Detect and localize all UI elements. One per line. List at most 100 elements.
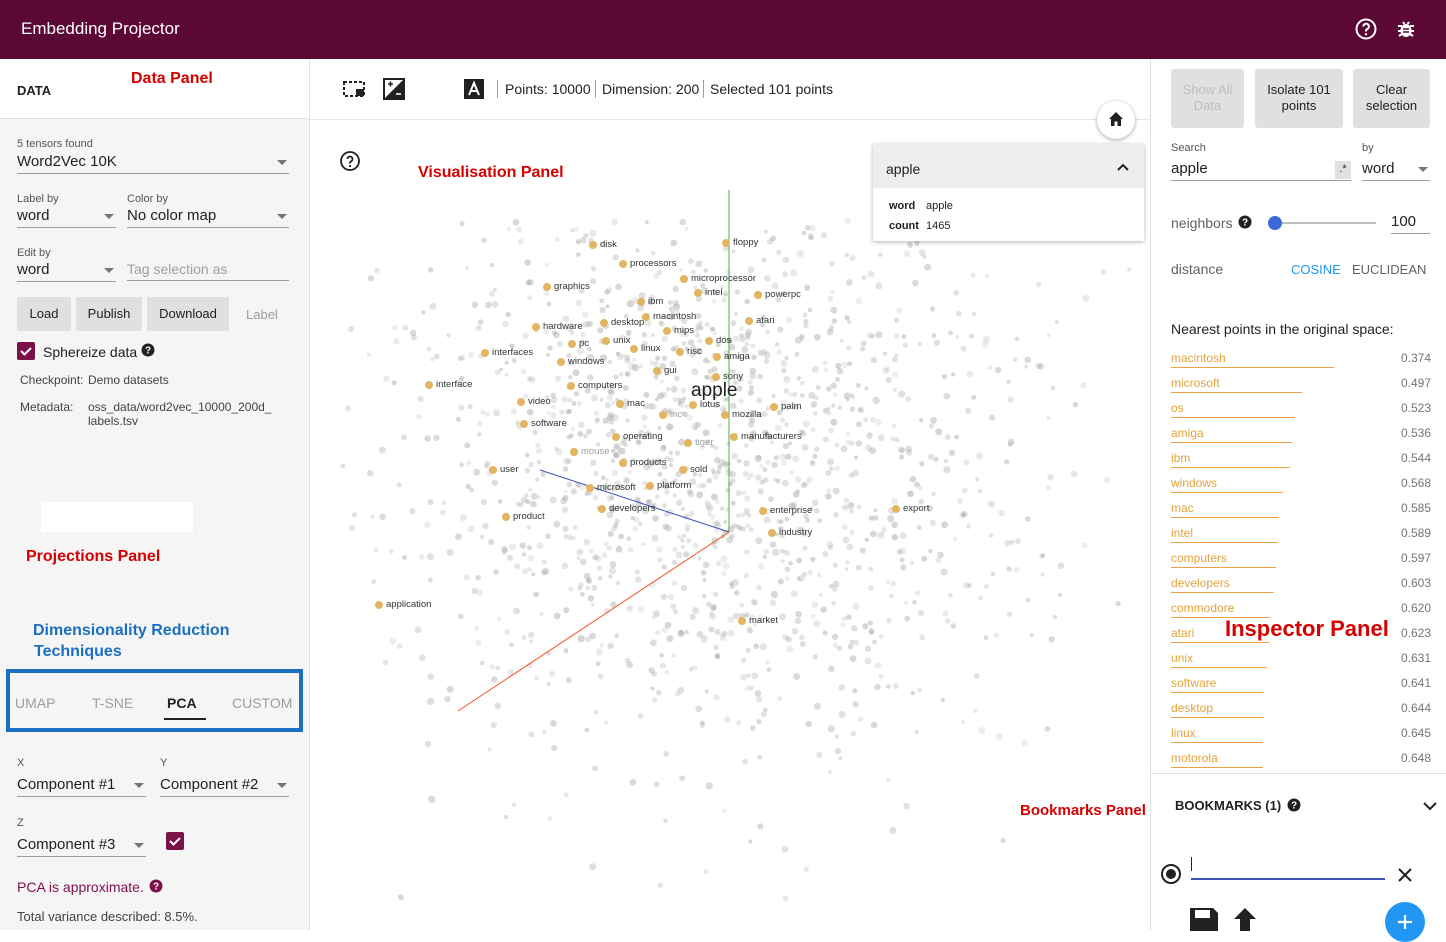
embedding-point[interactable] xyxy=(710,468,716,473)
embedding-point[interactable] xyxy=(652,697,658,703)
embedding-point[interactable] xyxy=(542,729,547,734)
embedding-point[interactable] xyxy=(587,353,595,361)
embedding-point[interactable] xyxy=(741,758,748,765)
embedding-point[interactable] xyxy=(675,499,683,507)
embedding-point[interactable] xyxy=(392,324,398,331)
embedding-point[interactable] xyxy=(710,605,717,612)
embedding-point[interactable] xyxy=(566,352,572,359)
embedding-point[interactable] xyxy=(605,432,612,438)
embedding-point[interactable] xyxy=(602,385,607,391)
embedding-point[interactable] xyxy=(595,648,603,656)
embedding-point[interactable] xyxy=(825,493,832,500)
embedding-point[interactable] xyxy=(764,275,771,282)
embedding-point[interactable] xyxy=(935,428,943,436)
embedding-point[interactable] xyxy=(504,372,509,377)
embedding-point[interactable] xyxy=(1050,385,1056,391)
embedding-point[interactable] xyxy=(834,465,840,472)
embedding-point[interactable] xyxy=(654,494,660,500)
embedding-point[interactable] xyxy=(857,407,863,413)
embedding-point[interactable] xyxy=(801,230,807,236)
embedding-point[interactable] xyxy=(795,610,802,618)
embedding-point[interactable] xyxy=(759,643,767,651)
embedding-point[interactable] xyxy=(661,564,667,570)
embedding-point[interactable] xyxy=(977,488,983,494)
chevron-down-icon[interactable] xyxy=(1423,802,1437,811)
embedding-point[interactable] xyxy=(547,816,553,822)
embedding-point[interactable] xyxy=(867,620,874,626)
embedding-point[interactable] xyxy=(890,497,898,505)
embedding-point[interactable] xyxy=(501,320,509,328)
embedding-point[interactable] xyxy=(844,567,849,572)
embedding-point[interactable] xyxy=(841,361,848,369)
embedding-point[interactable] xyxy=(530,493,538,500)
embedding-point[interactable] xyxy=(849,655,857,662)
embedding-point[interactable] xyxy=(527,279,534,286)
embedding-point[interactable] xyxy=(712,331,717,336)
embedding-point[interactable] xyxy=(583,538,590,546)
neighbor-row[interactable]: macintosh 0.374 xyxy=(1171,351,1431,376)
embedding-point[interactable] xyxy=(799,641,806,647)
embedding-point[interactable] xyxy=(611,525,617,532)
embedding-point[interactable] xyxy=(963,582,970,589)
embedding-point[interactable] xyxy=(400,434,407,441)
embedding-point[interactable] xyxy=(912,279,919,287)
embedding-point[interactable] xyxy=(567,397,573,403)
embedding-point[interactable] xyxy=(444,695,451,703)
embedding-point[interactable] xyxy=(762,707,768,713)
embedding-point[interactable] xyxy=(878,434,885,442)
embedding-point[interactable] xyxy=(567,360,574,366)
embedding-point[interactable] xyxy=(370,514,375,519)
embedding-point[interactable] xyxy=(634,569,640,575)
embedding-point[interactable] xyxy=(541,570,547,576)
embedding-point[interactable] xyxy=(575,238,581,245)
embedding-point[interactable] xyxy=(554,237,560,242)
embedding-point[interactable] xyxy=(761,257,767,263)
embedding-point[interactable] xyxy=(711,298,717,304)
embedding-point[interactable] xyxy=(890,435,896,442)
embedding-point[interactable] xyxy=(874,662,882,669)
embedding-point[interactable] xyxy=(872,639,878,645)
embedding-point[interactable] xyxy=(783,376,791,383)
embedding-point[interactable] xyxy=(668,450,673,456)
embedding-point[interactable] xyxy=(703,869,709,875)
embedding-point[interactable] xyxy=(623,313,629,319)
embedding-point[interactable] xyxy=(615,398,620,403)
embedding-point[interactable] xyxy=(774,532,779,537)
embedding-point[interactable] xyxy=(772,548,780,556)
embedding-point[interactable] xyxy=(641,414,648,421)
embedding-point[interactable] xyxy=(891,521,898,529)
embedding-point[interactable] xyxy=(1000,838,1006,844)
embedding-point[interactable] xyxy=(867,332,873,339)
embedding-point[interactable] xyxy=(545,395,550,400)
embedding-point[interactable] xyxy=(675,551,683,559)
embedding-point[interactable] xyxy=(713,474,719,480)
embedding-point[interactable] xyxy=(813,620,821,628)
embedding-point[interactable] xyxy=(509,543,517,551)
embedding-point[interactable] xyxy=(446,333,451,338)
embedding-point[interactable] xyxy=(606,511,614,519)
embedding-point[interactable] xyxy=(729,402,737,410)
embedding-point[interactable] xyxy=(683,442,689,447)
embedding-point[interactable] xyxy=(850,394,856,400)
embedding-point[interactable] xyxy=(546,682,551,687)
embedding-point[interactable] xyxy=(479,660,485,666)
embedding-point[interactable] xyxy=(580,331,586,338)
embedding-point[interactable] xyxy=(691,344,697,350)
embedding-point[interactable] xyxy=(790,590,798,598)
help-icon[interactable]: ? xyxy=(149,879,163,898)
embedding-point[interactable] xyxy=(446,685,454,693)
embedding-point[interactable] xyxy=(567,534,573,540)
neighbors-input[interactable]: 100 xyxy=(1391,213,1430,234)
embedding-point[interactable] xyxy=(615,581,620,586)
embedding-point[interactable] xyxy=(840,622,846,628)
embedding-point[interactable] xyxy=(551,404,556,409)
embedding-point[interactable] xyxy=(671,653,676,658)
embedding-point[interactable] xyxy=(899,532,907,539)
embedding-point[interactable] xyxy=(681,341,687,346)
embedding-point[interactable] xyxy=(792,404,799,411)
embedding-point[interactable] xyxy=(832,487,840,495)
embedding-point[interactable] xyxy=(562,494,569,502)
embedding-point[interactable] xyxy=(894,317,899,323)
embedding-point[interactable] xyxy=(941,374,948,380)
embedding-point[interactable] xyxy=(524,259,531,266)
